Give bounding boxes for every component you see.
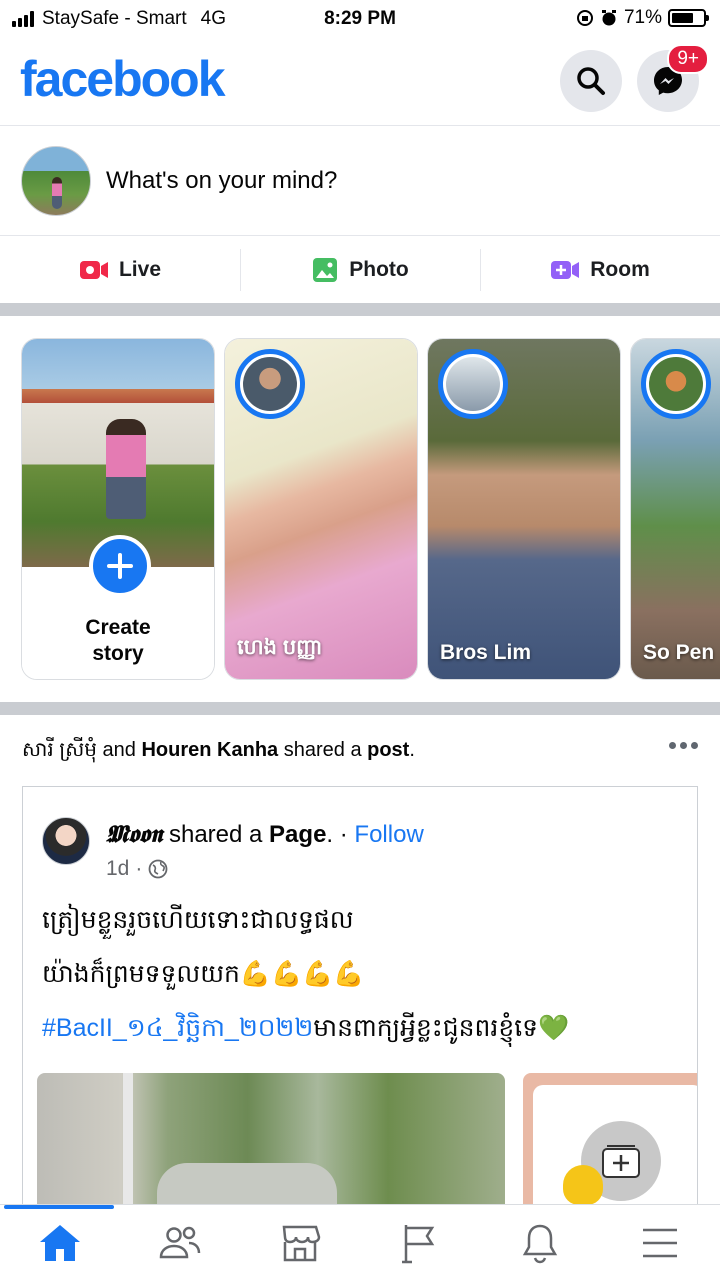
globe-icon — [148, 859, 168, 879]
alarm-icon — [601, 10, 616, 26]
story-author-name: Bros Lim — [440, 641, 532, 664]
tab-pages[interactable] — [360, 1205, 480, 1280]
post-text-line: ត្រៀមខ្លួនរួចហើយទោះជាលទ្ធផល — [42, 906, 354, 934]
flexed-biceps-emoji: 💪💪💪💪 — [239, 960, 365, 988]
room-label: Room — [590, 258, 650, 281]
post-text-line: #BacII_១៤_វិច្ឆិកា_២០២២មានពាក្យអ្វីខ្លះជ… — [42, 1014, 570, 1042]
green-heart-emoji: 💚 — [538, 1014, 570, 1042]
photo-label: Photo — [349, 258, 409, 281]
tab-menu[interactable] — [600, 1205, 720, 1280]
story-card[interactable]: Bros Lim — [427, 338, 621, 680]
messenger-badge: 9+ — [667, 44, 709, 74]
home-icon — [40, 1224, 80, 1261]
story-avatar — [641, 349, 711, 419]
profile-avatar[interactable] — [21, 146, 91, 216]
stories-tray: Create story ហេង បញ្ញា Bros Lim So Pen — [0, 316, 720, 702]
author-name[interactable]: 𝕸𝖔𝖔𝖓 — [106, 819, 162, 848]
messenger-button[interactable]: 9+ — [637, 44, 709, 112]
room-video-icon — [551, 261, 580, 279]
tab-notifications[interactable] — [480, 1205, 600, 1280]
pointing-hand-icon — [563, 1165, 603, 1205]
tab-home[interactable] — [0, 1205, 120, 1280]
photo-icon — [313, 258, 338, 282]
photo-button[interactable]: Photo — [240, 237, 480, 303]
menu-icon — [643, 1228, 677, 1257]
story-avatar — [235, 349, 305, 419]
hashtag-link[interactable]: #BacII_១៤_វិច្ឆិកា_២០២២ — [42, 1014, 313, 1042]
sharer-name-link[interactable]: Houren Kanha — [141, 739, 278, 761]
room-button[interactable]: Room — [480, 237, 720, 303]
story-author-name: ហេង បញ្ញា — [237, 636, 323, 659]
app-header: facebook 9+ — [0, 40, 720, 126]
sharer-name-link[interactable]: សារី ស្រីមុំ — [22, 739, 97, 761]
create-story-photo — [22, 339, 214, 567]
shared-post-card: 𝕸𝖔𝖔𝖓 shared a Page. · Follow 1d · ត្រៀមខ… — [22, 786, 698, 1206]
story-avatar — [438, 349, 508, 419]
marketplace-icon — [282, 1225, 321, 1261]
post-photo[interactable] — [37, 1073, 505, 1206]
shared-by-text: សារី ស្រីមុំ and Houren Kanha shared a p… — [22, 739, 415, 761]
friends-icon — [159, 1226, 201, 1258]
battery-icon — [668, 9, 709, 27]
battery-percent: 71% — [623, 7, 662, 28]
story-author-name: So Pen — [643, 641, 715, 664]
post-composer[interactable]: What's on your mind? — [0, 126, 720, 236]
suggested-card[interactable] — [523, 1073, 697, 1206]
add-story-plus-icon[interactable] — [89, 535, 151, 597]
tab-marketplace[interactable] — [240, 1205, 360, 1280]
composer-placeholder[interactable]: What's on your mind? — [106, 167, 337, 195]
notifications-bell-icon — [522, 1224, 558, 1263]
create-story-label: Create story — [85, 616, 151, 665]
facebook-logo[interactable]: facebook — [20, 50, 226, 108]
create-story-card[interactable]: Create story — [21, 338, 215, 680]
search-icon — [577, 67, 605, 95]
tab-friends[interactable] — [120, 1205, 240, 1280]
rotation-lock-icon — [576, 10, 593, 26]
live-label: Live — [118, 258, 162, 281]
post-text-line: យ៉ាងក៏ព្រមទទួលយក💪💪💪💪 — [42, 960, 365, 988]
follow-button[interactable]: Follow — [354, 821, 423, 848]
live-button[interactable]: Live — [0, 237, 240, 303]
feed-post-header: សារី ស្រីមុំ and Houren Kanha shared a p… — [0, 716, 720, 780]
post-link[interactable]: post — [367, 739, 409, 761]
author-line: 𝕸𝖔𝖔𝖓 shared a Page. · Follow — [106, 819, 424, 848]
story-card[interactable]: So Pen — [630, 338, 720, 680]
author-avatar[interactable] — [42, 817, 90, 865]
page-link[interactable]: Page — [269, 821, 326, 848]
live-video-icon — [79, 261, 108, 279]
section-divider — [0, 303, 720, 316]
search-button[interactable] — [560, 50, 622, 112]
status-bar: StaySafe - Smart 4G 8:29 PM 71% — [0, 0, 720, 40]
section-divider — [0, 702, 720, 715]
more-options-icon[interactable] — [669, 742, 698, 749]
composer-actions: Live Photo Room — [0, 237, 720, 303]
post-meta: 1d · — [106, 857, 168, 881]
bottom-navigation — [0, 1204, 720, 1280]
post-time[interactable]: 1d — [106, 857, 129, 881]
story-card[interactable]: ហេង បញ្ញា — [224, 338, 418, 680]
pages-flag-icon — [402, 1224, 435, 1263]
